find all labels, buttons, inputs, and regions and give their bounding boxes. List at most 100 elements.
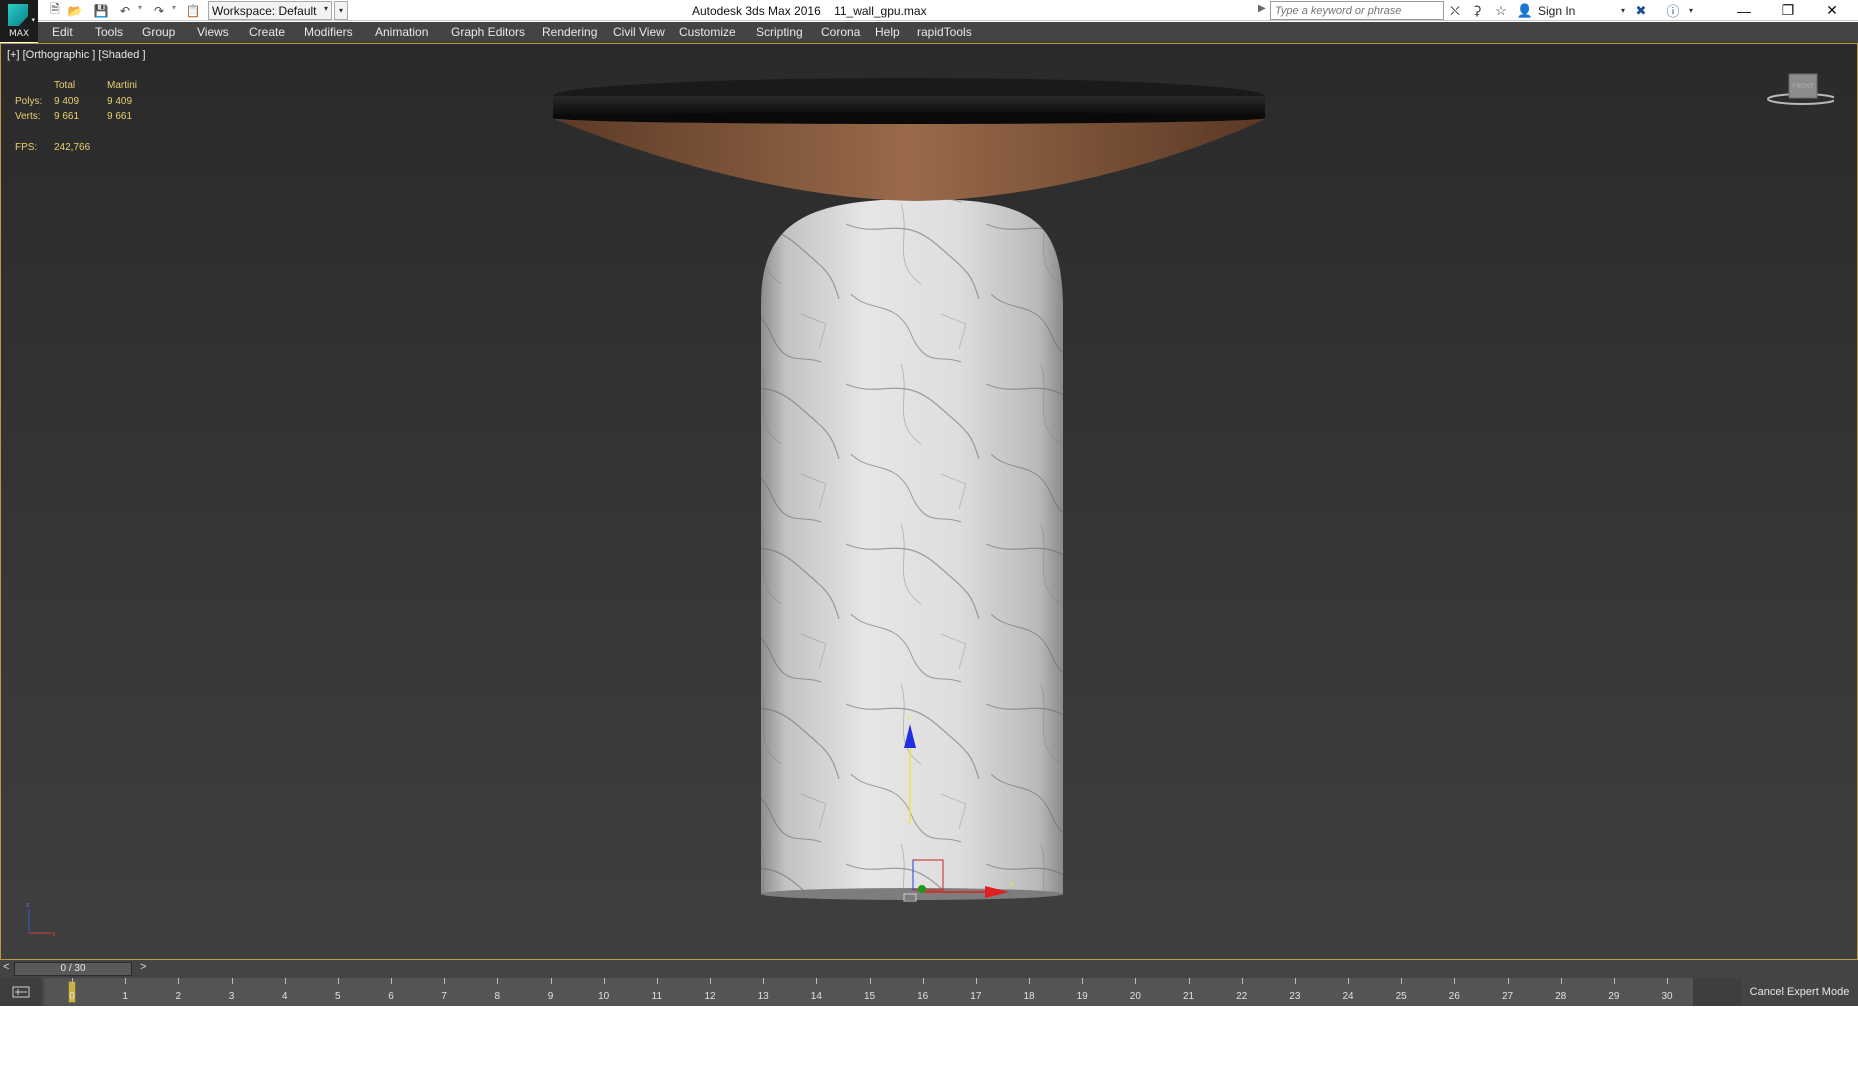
timeline-tick-label: 16 (917, 991, 929, 1002)
menu-animation[interactable]: Animation (375, 25, 428, 39)
timeline-tick (1241, 978, 1243, 984)
timeline-tick-label: 20 (1129, 991, 1141, 1002)
timeline-tick-label: 18 (1023, 991, 1035, 1002)
previous-frame-button[interactable]: < (3, 961, 9, 973)
timeline-tick (1507, 978, 1509, 984)
timeline-tick-label: 9 (547, 991, 554, 1002)
timeline-tick-label: 28 (1555, 991, 1567, 1002)
window-title: Autodesk 3ds Max 2016 11_wall_gpu.max (692, 4, 927, 18)
gizmo-z-label: z (907, 712, 911, 721)
curve-editor-icon[interactable] (0, 978, 42, 1006)
open-file-icon[interactable]: 📂 (66, 2, 84, 19)
scene-render[interactable]: z x (1, 44, 1857, 959)
timeline-tick (1029, 978, 1030, 984)
track[interactable]: 0 1 2 3 4 5 6 7 8 9 10 11 12 13 14 15 16 17 18 19 20 21 22 23 24… (45, 978, 1693, 1006)
timeline-tick (922, 978, 924, 984)
menu-rapidtools[interactable]: rapidTools (917, 25, 972, 39)
timeline-tick-label: 2 (175, 991, 182, 1002)
help-icon[interactable]: ⓘ (1664, 2, 1682, 19)
menu-edit[interactable]: Edit (52, 25, 73, 39)
timeline-tick-label: 21 (1182, 991, 1195, 1002)
search-input[interactable] (1270, 1, 1444, 20)
timeline-tick (603, 978, 605, 984)
exchange-apps-icon[interactable]: ✖ (1632, 2, 1650, 19)
time-slider-bar: < 0 / 30 > (0, 960, 1858, 978)
undo-dropdown-icon[interactable]: ▾ (138, 3, 142, 12)
close-button[interactable]: ✕ (1810, 0, 1854, 21)
viewcube[interactable]: FRONT (1764, 72, 1834, 112)
timeline-tick-label: 7 (441, 991, 447, 1002)
minimize-button[interactable]: — (1722, 0, 1766, 21)
timeline-tick-label: 1 (122, 991, 128, 1002)
menu-group[interactable]: Group (142, 25, 175, 39)
search-expand-icon[interactable]: ▶ (1258, 3, 1266, 14)
menu-customize[interactable]: Customize (679, 25, 736, 39)
save-icon[interactable]: 💾 (92, 2, 110, 19)
timeline-tick (1294, 978, 1296, 984)
timeline-tick-label: 14 (810, 991, 822, 1002)
timeline-tick (72, 978, 73, 984)
world-axis-tripod: z x (26, 902, 56, 938)
menu-civil-view[interactable]: Civil View (613, 25, 665, 39)
timeline-tick (1613, 978, 1615, 984)
timeline-tick-label: 10 (598, 991, 610, 1002)
menu-corona[interactable]: Corona (821, 25, 860, 39)
menu-modifiers[interactable]: Modifiers (304, 25, 353, 39)
timeline-tick (975, 978, 977, 984)
timeline-tick-label: 27 (1501, 991, 1514, 1002)
timeline-tick (550, 978, 552, 984)
timeline-tick (763, 978, 765, 984)
timeline-tick (1401, 978, 1403, 984)
timeline-tick-label: 30 (1661, 991, 1673, 1002)
quick-access-customize-icon[interactable]: ▾ (334, 1, 348, 20)
restore-button[interactable]: ❐ (1766, 0, 1810, 21)
binoculars-icon[interactable]: ⛌ (1446, 2, 1464, 19)
favorites-star-icon[interactable]: ☆ (1492, 2, 1510, 19)
signin-dropdown-icon[interactable]: ▾ (1614, 2, 1632, 19)
app-logo-caption: MAX (8, 29, 30, 39)
axis-z-label: z (26, 902, 30, 909)
timeline-tick-label: 5 (335, 991, 341, 1002)
timeline-tick-label: 0 (69, 991, 75, 1002)
timeline-tick (337, 978, 339, 984)
timeline-tick-label: 6 (388, 991, 394, 1002)
project-folder-icon[interactable]: 📋 (184, 2, 202, 19)
user-icon[interactable]: 👤 (1516, 2, 1534, 19)
redo-icon[interactable]: ↷ (150, 2, 168, 19)
timeline-tick-label: 13 (757, 991, 769, 1002)
help-dropdown-icon[interactable]: ▾ (1682, 2, 1700, 19)
redo-dropdown-icon[interactable]: ▾ (172, 3, 176, 12)
viewport-front[interactable]: [+] [Orthographic ] [Shaded ] Total Mart… (0, 43, 1858, 960)
timeline-tick (1135, 978, 1137, 984)
title-bar: 🗎 📂 💾 ↶ ▾ ↷ ▾ 📋 Workspace: Default ▾ ▾ A… (0, 0, 1858, 21)
application-menu-button[interactable]: MAX ▾ (0, 0, 38, 42)
cancel-expert-mode-button[interactable]: Cancel Expert Mode (1741, 978, 1858, 1006)
menu-rendering[interactable]: Rendering (542, 25, 597, 39)
workspace-dropdown[interactable]: Workspace: Default ▾ (208, 1, 332, 20)
timeline-tick-label: 17 (970, 991, 982, 1002)
timeline-tick-label: 26 (1448, 991, 1460, 1002)
subscription-icon[interactable]: ⚳ (1468, 2, 1486, 19)
sign-in-link[interactable]: Sign In (1538, 4, 1575, 18)
menu-scripting[interactable]: Scripting (756, 25, 803, 39)
timeline-tick (1560, 978, 1562, 984)
timeline-tick (231, 978, 233, 984)
time-slider[interactable]: 0 / 30 (14, 962, 132, 976)
next-frame-button[interactable]: > (140, 961, 146, 973)
timeline-tick-label: 22 (1236, 991, 1248, 1002)
chevron-down-icon: ▾ (31, 17, 35, 24)
timeline-tick-label: 15 (863, 991, 876, 1002)
menu-graph-editors[interactable]: Graph Editors (451, 25, 525, 39)
new-file-icon[interactable]: 🗎 (46, 2, 64, 19)
menu-views[interactable]: Views (197, 25, 229, 39)
menu-create[interactable]: Create (249, 25, 285, 39)
track-end-area (1693, 978, 1741, 1006)
timeline-tick (497, 978, 499, 984)
undo-icon[interactable]: ↶ (116, 2, 134, 19)
timeline-tick (125, 978, 127, 984)
menu-help[interactable]: Help (875, 25, 900, 39)
timeline-tick (178, 978, 180, 984)
timeline-tick-label: 4 (281, 991, 288, 1002)
timeline-tick-label: 29 (1608, 991, 1620, 1002)
menu-tools[interactable]: Tools (95, 25, 123, 39)
